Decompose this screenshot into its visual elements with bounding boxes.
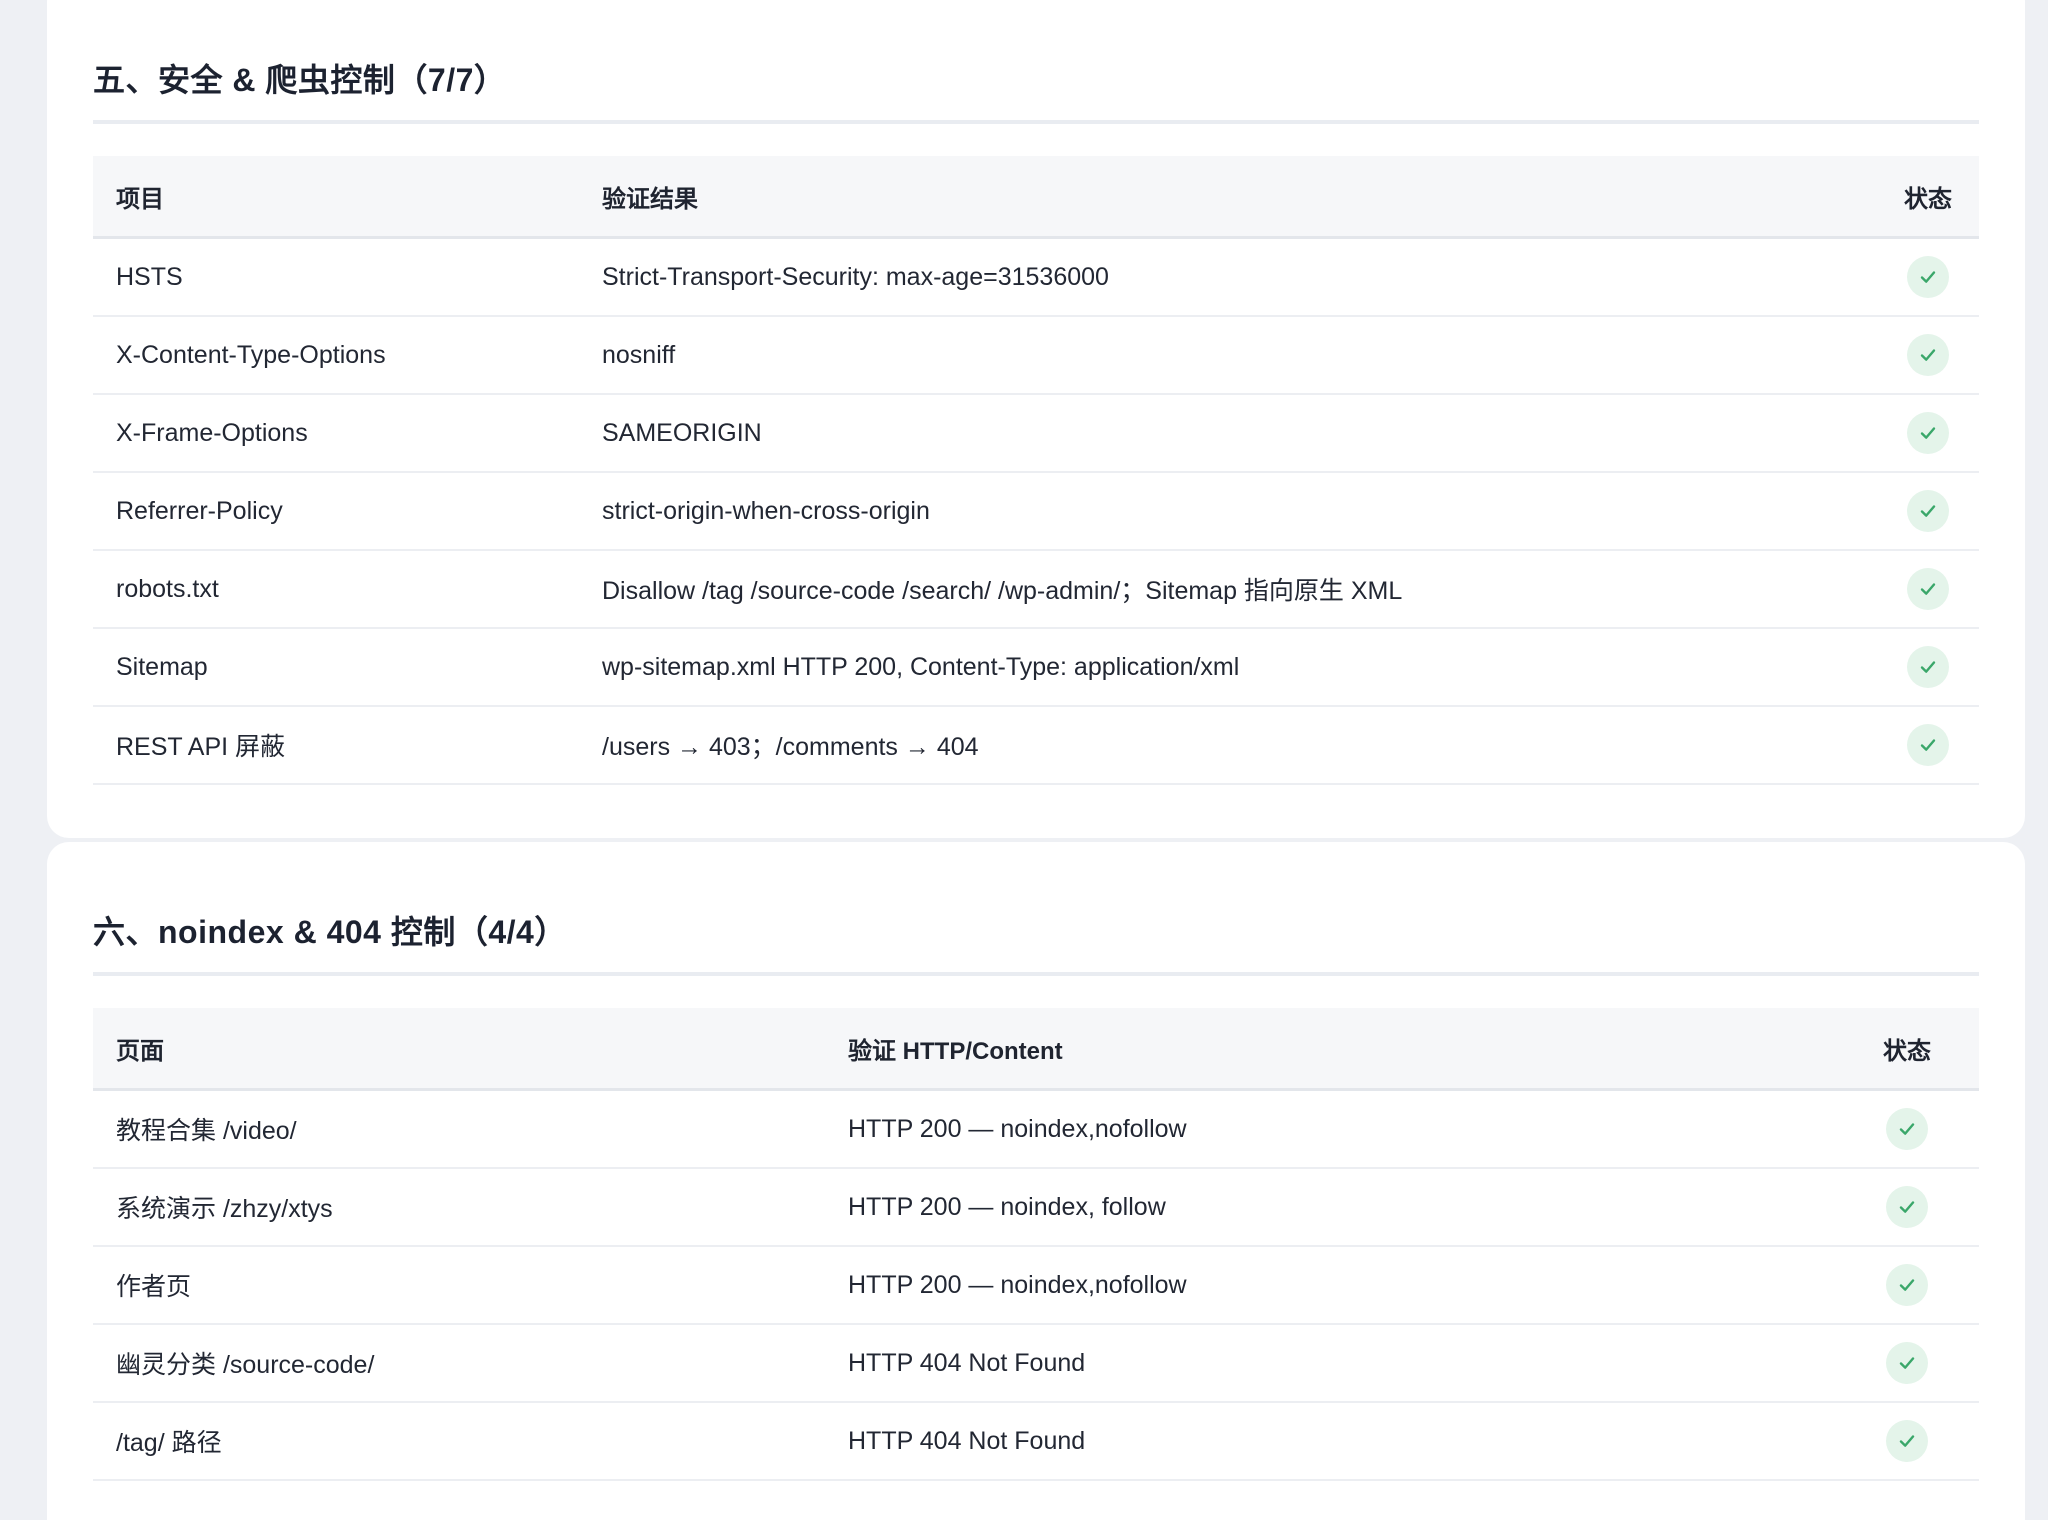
table-row: HSTS Strict-Transport-Security: max-age=… (93, 237, 1979, 317)
cell-status (1835, 1168, 1979, 1247)
cell-item: REST API 屏蔽 (93, 706, 579, 785)
check-circle-icon (1886, 1342, 1928, 1384)
table-header-row: 项目 验证结果 状态 (93, 156, 1979, 239)
column-header-status: 状态 (1835, 1008, 1979, 1091)
table-row: X-Content-Type-Options nosniff (93, 316, 1979, 395)
check-circle-icon (1907, 646, 1949, 688)
cell-status (1877, 237, 1979, 317)
cell-status (1877, 628, 1979, 707)
cell-page: 教程合集 /video/ (93, 1089, 825, 1169)
check-circle-icon (1886, 1186, 1928, 1228)
cell-status (1835, 1324, 1979, 1403)
check-circle-icon (1907, 256, 1949, 298)
table-row: X-Frame-Options SAMEORIGIN (93, 394, 1979, 473)
table-row: 系统演示 /zhzy/xtys HTTP 200 — noindex, foll… (93, 1168, 1979, 1247)
page: 五、安全 & 爬虫控制（7/7） 项目 验证结果 状态 HSTS Strict-… (0, 0, 2048, 1520)
cell-page: 作者页 (93, 1246, 825, 1325)
cell-verify: HTTP 404 Not Found (825, 1402, 1835, 1481)
cell-item: robots.txt (93, 550, 579, 629)
column-header-status: 状态 (1877, 156, 1979, 239)
cell-status (1835, 1089, 1979, 1169)
column-header-verify: 验证 HTTP/Content (825, 1008, 1835, 1091)
table-row: robots.txt Disallow /tag /source-code /s… (93, 550, 1979, 629)
check-circle-icon (1907, 568, 1949, 610)
section-title-security: 五、安全 & 爬虫控制（7/7） (93, 40, 1979, 124)
cell-verify: HTTP 200 — noindex,nofollow (825, 1089, 1835, 1169)
cell-page: /tag/ 路径 (93, 1402, 825, 1481)
cell-item: X-Content-Type-Options (93, 316, 579, 395)
security-card: 五、安全 & 爬虫控制（7/7） 项目 验证结果 状态 HSTS Strict-… (47, 0, 2025, 838)
cell-result: Strict-Transport-Security: max-age=31536… (579, 237, 1877, 317)
cell-item: X-Frame-Options (93, 394, 579, 473)
cell-status (1835, 1246, 1979, 1325)
noindex-table: 页面 验证 HTTP/Content 状态 教程合集 /video/ HTTP … (93, 1008, 1979, 1481)
cell-item: Sitemap (93, 628, 579, 707)
noindex-card: 六、noindex & 404 控制（4/4） 页面 验证 HTTP/Conte… (47, 842, 2025, 1520)
cell-result: /users → 403；/comments → 404 (579, 706, 1877, 785)
cell-item: HSTS (93, 237, 579, 317)
cell-result: SAMEORIGIN (579, 394, 1877, 473)
cell-result: Disallow /tag /source-code /search/ /wp-… (579, 550, 1877, 629)
cell-status (1877, 472, 1979, 551)
check-circle-icon (1907, 490, 1949, 532)
table-row: 幽灵分类 /source-code/ HTTP 404 Not Found (93, 1324, 1979, 1403)
cell-status (1877, 316, 1979, 395)
check-circle-icon (1907, 724, 1949, 766)
section-title-noindex: 六、noindex & 404 控制（4/4） (93, 892, 1979, 976)
cell-page: 系统演示 /zhzy/xtys (93, 1168, 825, 1247)
table-row: Sitemap wp-sitemap.xml HTTP 200, Content… (93, 628, 1979, 707)
check-circle-icon (1886, 1108, 1928, 1150)
cell-result: nosniff (579, 316, 1877, 395)
table-row: 教程合集 /video/ HTTP 200 — noindex,nofollow (93, 1089, 1979, 1169)
cell-status (1877, 394, 1979, 473)
cell-verify: HTTP 404 Not Found (825, 1324, 1835, 1403)
table-row: REST API 屏蔽 /users → 403；/comments → 404 (93, 706, 1979, 785)
check-circle-icon (1907, 334, 1949, 376)
column-header-page: 页面 (93, 1008, 825, 1091)
cell-verify: HTTP 200 — noindex,nofollow (825, 1246, 1835, 1325)
security-table: 项目 验证结果 状态 HSTS Strict-Transport-Securit… (93, 156, 1979, 785)
table-row: 作者页 HTTP 200 — noindex,nofollow (93, 1246, 1979, 1325)
cell-page: 幽灵分类 /source-code/ (93, 1324, 825, 1403)
check-circle-icon (1907, 412, 1949, 454)
cell-result: strict-origin-when-cross-origin (579, 472, 1877, 551)
cell-item: Referrer-Policy (93, 472, 579, 551)
cell-status (1835, 1402, 1979, 1481)
table-row: Referrer-Policy strict-origin-when-cross… (93, 472, 1979, 551)
table-header-row: 页面 验证 HTTP/Content 状态 (93, 1008, 1979, 1091)
column-header-item: 项目 (93, 156, 579, 239)
check-circle-icon (1886, 1264, 1928, 1306)
cell-status (1877, 550, 1979, 629)
cell-result: wp-sitemap.xml HTTP 200, Content-Type: a… (579, 628, 1877, 707)
cell-verify: HTTP 200 — noindex, follow (825, 1168, 1835, 1247)
table-row: /tag/ 路径 HTTP 404 Not Found (93, 1402, 1979, 1481)
check-circle-icon (1886, 1420, 1928, 1462)
cell-status (1877, 706, 1979, 785)
column-header-result: 验证结果 (579, 156, 1877, 239)
